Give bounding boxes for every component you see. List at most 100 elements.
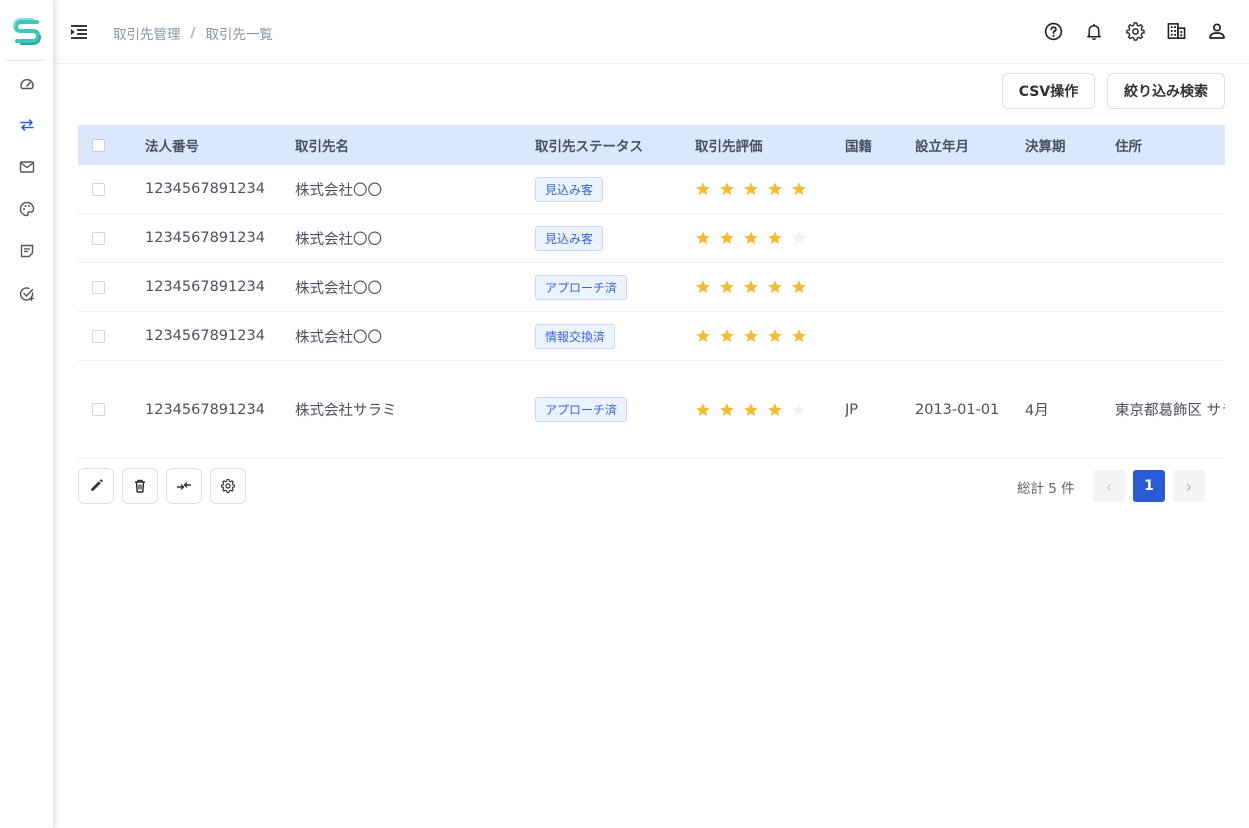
select-all-checkbox[interactable] — [92, 138, 105, 152]
star-filled-icon[interactable] — [791, 279, 807, 295]
cell-fiscal-period: 4月 — [1025, 403, 1049, 419]
column-header-name[interactable]: 取引先名 — [295, 135, 535, 155]
row-checkbox[interactable] — [92, 182, 105, 196]
star-filled-icon[interactable] — [743, 328, 759, 344]
breadcrumb: 取引先管理 / 取引先一覧 — [113, 23, 273, 43]
sidebar-item-palette[interactable] — [14, 196, 40, 222]
chevron-left-icon: ‹ — [1105, 476, 1113, 496]
star-filled-icon[interactable] — [695, 279, 711, 295]
settings-button[interactable] — [1125, 20, 1145, 42]
column-header-corporate-number[interactable]: 法人番号 — [145, 135, 295, 155]
merge-button[interactable] — [166, 468, 202, 504]
column-header-nationality[interactable]: 国籍 — [845, 135, 915, 155]
company-button[interactable] — [1166, 20, 1186, 42]
row-checkbox[interactable] — [92, 403, 105, 416]
menu-toggle-icon[interactable] — [69, 22, 89, 42]
status-badge: アプローチ済 — [535, 397, 628, 422]
cell-nationality: JP — [845, 401, 859, 418]
sidebar-item-dashboard[interactable] — [14, 71, 40, 97]
table-row[interactable]: 1234567891234 株式会社〇〇 アプローチ済 — [78, 263, 1225, 312]
rating-stars[interactable] — [695, 279, 845, 295]
column-header-established[interactable]: 設立年月 — [915, 135, 1025, 155]
star-filled-icon[interactable] — [695, 328, 711, 344]
table-row[interactable]: 1234567891234 株式会社〇〇 見込み客 — [78, 214, 1225, 263]
star-filled-icon[interactable] — [743, 181, 759, 197]
row-checkbox[interactable] — [92, 280, 105, 294]
column-header-fiscal-period[interactable]: 決算期 — [1025, 135, 1115, 155]
edit-button[interactable] — [78, 468, 114, 504]
cell-client-name: 株式会社サラミ — [295, 403, 397, 419]
delete-button[interactable] — [122, 468, 158, 504]
star-filled-icon[interactable] — [791, 181, 807, 197]
cell-status: 見込み客 — [535, 225, 695, 251]
total-count: 総計 5 件 — [1017, 481, 1075, 497]
star-filled-icon[interactable] — [719, 181, 735, 197]
filter-search-button[interactable]: 絞り込み検索 — [1107, 73, 1225, 109]
help-button[interactable] — [1043, 20, 1063, 42]
table-row[interactable]: 1234567891234 株式会社サラミ アプローチ済 JP 2013-01-… — [78, 361, 1225, 459]
column-header-status[interactable]: 取引先ステータス — [535, 135, 695, 155]
cell-corporate-number: 1234567891234 — [145, 328, 265, 344]
star-filled-icon[interactable] — [695, 181, 711, 197]
star-filled-icon[interactable] — [767, 328, 783, 344]
star-filled-icon[interactable] — [743, 402, 759, 418]
user-account-button[interactable] — [1207, 20, 1227, 42]
column-header-address[interactable]: 住所 — [1115, 135, 1225, 155]
cell-status: アプローチ済 — [535, 397, 695, 422]
cell-rating — [695, 230, 845, 246]
star-filled-icon[interactable] — [767, 230, 783, 246]
sidebar-item-mail[interactable] — [14, 154, 40, 180]
row-checkbox[interactable] — [92, 231, 105, 245]
rating-stars[interactable] — [695, 328, 845, 344]
column-header-rating[interactable]: 取引先評価 — [695, 135, 845, 155]
sidebar-item-transactions[interactable] — [14, 112, 40, 138]
status-badge: 情報交換済 — [535, 323, 616, 349]
cell-client-name: 株式会社〇〇 — [295, 280, 382, 297]
rating-stars[interactable] — [695, 402, 845, 418]
sidebar-item-notes[interactable] — [14, 238, 40, 264]
status-badge: 見込み客 — [535, 225, 604, 251]
star-filled-icon[interactable] — [719, 230, 735, 246]
column-settings-button[interactable] — [210, 468, 246, 504]
notifications-button[interactable] — [1084, 20, 1104, 42]
star-filled-icon[interactable] — [767, 181, 783, 197]
star-empty-icon[interactable] — [791, 402, 807, 418]
star-filled-icon[interactable] — [719, 328, 735, 344]
table-header: 法人番号 取引先名 取引先ステータス 取引先評価 国籍 設立年月 決算期 住所 — [78, 125, 1225, 165]
row-checkbox[interactable] — [92, 329, 105, 343]
cell-client-name: 株式会社〇〇 — [295, 182, 382, 199]
bell-icon — [1087, 23, 1101, 40]
status-badge: 見込み客 — [535, 176, 604, 202]
note-icon — [20, 244, 34, 258]
sidebar-item-tasks[interactable] — [14, 281, 40, 307]
cell-rating — [695, 181, 845, 197]
star-filled-icon[interactable] — [743, 230, 759, 246]
page-button-current[interactable]: 1 — [1133, 470, 1165, 502]
row-select-cell — [78, 280, 145, 294]
mail-icon — [19, 161, 35, 173]
rating-stars[interactable] — [695, 230, 845, 246]
table-row[interactable]: 1234567891234 株式会社〇〇 情報交換済 — [78, 312, 1225, 361]
row-select-cell — [78, 231, 145, 245]
next-page-button[interactable]: › — [1173, 470, 1205, 502]
prev-page-button[interactable]: ‹ — [1093, 470, 1125, 502]
table-row[interactable]: 1234567891234 株式会社〇〇 見込み客 — [78, 165, 1225, 214]
app-logo-icon[interactable] — [12, 16, 42, 48]
star-filled-icon[interactable] — [719, 279, 735, 295]
star-filled-icon[interactable] — [767, 402, 783, 418]
row-select-cell — [78, 329, 145, 343]
star-filled-icon[interactable] — [743, 279, 759, 295]
star-filled-icon[interactable] — [791, 328, 807, 344]
breadcrumb-parent[interactable]: 取引先管理 — [113, 23, 181, 43]
rating-stars[interactable] — [695, 181, 845, 197]
star-filled-icon[interactable] — [767, 279, 783, 295]
settings-icon — [221, 478, 235, 493]
star-filled-icon[interactable] — [695, 402, 711, 418]
star-empty-icon[interactable] — [791, 230, 807, 246]
help-icon — [1044, 22, 1062, 40]
gear-icon — [1125, 21, 1145, 41]
csv-operations-button[interactable]: CSV操作 — [1002, 73, 1095, 109]
star-filled-icon[interactable] — [695, 230, 711, 246]
clients-table: 法人番号 取引先名 取引先ステータス 取引先評価 国籍 設立年月 決算期 住所 … — [78, 125, 1225, 459]
star-filled-icon[interactable] — [719, 402, 735, 418]
